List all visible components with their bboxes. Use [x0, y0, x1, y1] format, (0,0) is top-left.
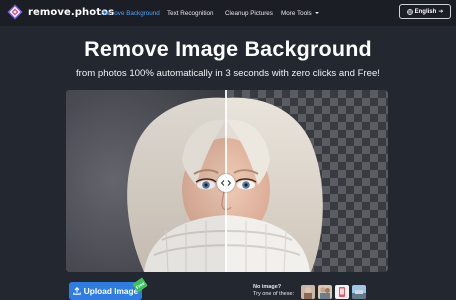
sample-image-2[interactable]	[318, 285, 332, 299]
language-selector-button[interactable]: English ➔	[399, 4, 451, 19]
upload-image-button[interactable]: Upload Image	[69, 282, 142, 300]
sample-image-4[interactable]	[352, 285, 366, 299]
try-these-text: Try one of these:	[253, 290, 295, 297]
compare-arrows-icon	[221, 180, 231, 186]
arrow-right-icon: ➔	[438, 9, 444, 15]
sample-image-1[interactable]	[301, 285, 315, 299]
sample-image-3[interactable]	[335, 285, 349, 299]
upload-icon	[73, 287, 81, 295]
page-title: Remove Image Background	[84, 37, 372, 61]
language-label: English	[414, 8, 437, 15]
brand-logo[interactable]: remove.photos	[7, 4, 114, 20]
page-subtitle: from photos 100% automatically in 3 seco…	[76, 68, 380, 79]
sample-images-prompt: No image? Try one of these:	[253, 284, 294, 297]
nav-text-recognition[interactable]: Text Recognition	[167, 10, 214, 17]
before-after-demo[interactable]	[66, 90, 388, 272]
compare-slider-handle[interactable]	[217, 174, 235, 192]
upload-image-label: Upload Image	[83, 286, 139, 296]
top-navbar: remove.photos Remove Background Text Rec…	[0, 0, 456, 26]
globe-icon	[406, 8, 413, 15]
nav-cleanup-pictures[interactable]: Cleanup Pictures	[225, 10, 273, 17]
chevron-down-icon	[314, 12, 319, 14]
logo-icon	[7, 4, 23, 20]
no-image-text: No image?	[253, 284, 282, 290]
nav-more-tools-label: More Tools	[281, 9, 312, 17]
nav-more-tools[interactable]: More Tools	[281, 10, 319, 17]
nav-remove-background[interactable]: Remove Background	[101, 10, 160, 17]
